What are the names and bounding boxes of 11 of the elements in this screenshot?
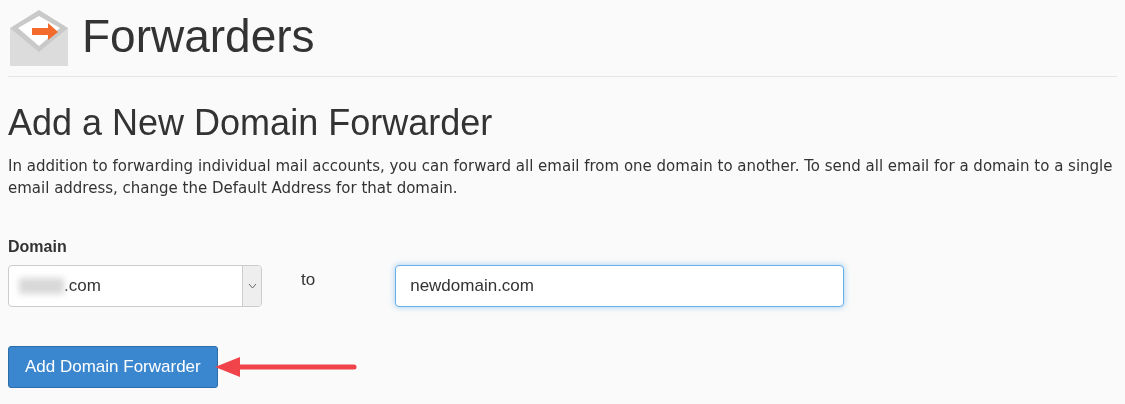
target-domain-field[interactable]: newdomain.com bbox=[395, 265, 845, 307]
add-domain-forwarder-button[interactable]: Add Domain Forwarder bbox=[8, 346, 218, 388]
section-description: In addition to forwarding individual mail accounts, you can forward all email from one domain to another. To send all email for a domain to a single email address, change the Default Address for that domain. bbox=[8, 156, 1114, 199]
section-heading: Add a New Domain Forwarder bbox=[8, 105, 494, 141]
domain-label: Domain bbox=[8, 237, 67, 257]
to-label: to bbox=[301, 269, 316, 291]
dropdown-caret-icon bbox=[242, 266, 261, 306]
redaction-blur bbox=[19, 278, 64, 294]
domain-value: .com bbox=[64, 275, 101, 298]
domain-select[interactable]: .com bbox=[8, 265, 262, 307]
page-title: Forwarders bbox=[82, 13, 315, 59]
